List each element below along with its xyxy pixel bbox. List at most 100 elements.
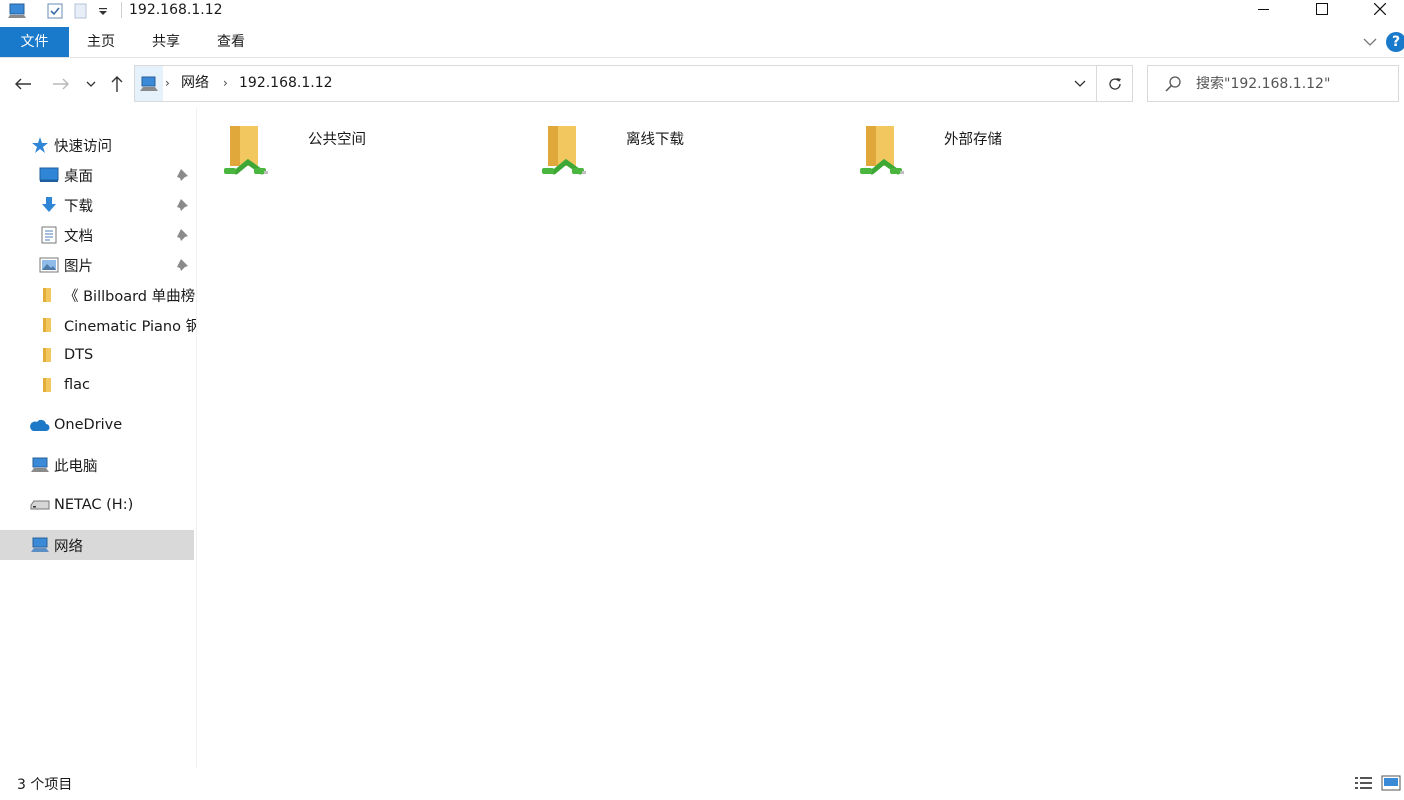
item-name: 离线下载 [626,132,684,148]
folder-icon [36,285,56,305]
folder-icon [36,345,56,365]
sidebar-item-label: 下载 [64,198,93,215]
network-share-folder-icon [224,126,268,175]
sidebar-item-label: 《 Billboard 单曲榜 [64,288,196,305]
pin-icon[interactable] [176,228,190,242]
list-item[interactable]: 公共空间 [220,120,520,184]
details-view-icon[interactable] [1354,775,1374,791]
up-button[interactable] [106,73,128,95]
arrow-left-icon [15,78,31,90]
navigation-pane: 快速访问 桌面 下载 文档 图片 《 Billboard 单曲榜 Cinemat… [0,130,196,770]
status-bar: 3 个项目 [0,770,1404,798]
minimize-icon [1258,9,1269,10]
list-item[interactable]: 离线下载 [538,120,838,184]
star-icon [30,135,50,155]
sidebar-item-network[interactable]: 网络 [0,530,194,560]
search-input[interactable] [1196,66,1392,101]
help-icon[interactable]: ? [1386,32,1404,52]
sidebar-item-folder[interactable]: DTS [0,340,196,370]
sidebar-item-onedrive[interactable]: OneDrive [0,410,196,440]
pane-divider[interactable] [196,108,197,768]
quick-access-dropdown-icon[interactable] [96,2,110,20]
sidebar-item-label: NETAC (H:) [54,497,134,513]
computer-icon [30,455,50,475]
sidebar-item-folder[interactable]: Cinematic Piano 钢 [0,310,196,340]
search-box[interactable] [1147,65,1399,102]
minimize-button[interactable] [1235,0,1293,18]
pin-icon[interactable] [176,168,190,182]
address-bar[interactable]: › 网络 › 192.168.1.12 [134,65,1133,102]
network-share-folder-icon [860,126,904,175]
recent-locations-button[interactable] [83,73,99,95]
title-bar: 192.168.1.12 [0,0,1404,24]
download-arrow-icon [39,195,59,215]
sidebar-item-downloads[interactable]: 下载 [0,190,196,220]
title-separator [121,2,122,18]
chevron-down-icon [86,81,96,87]
network-icon [30,535,50,555]
tab-view[interactable]: 查看 [206,27,256,57]
close-button[interactable] [1351,0,1404,18]
sidebar-item-label: 此电脑 [54,458,98,475]
chevron-down-icon [1363,38,1377,46]
arrow-up-icon [111,76,123,92]
sidebar-item-desktop[interactable]: 桌面 [0,160,196,190]
sidebar-item-pictures[interactable]: 图片 [0,250,196,280]
folder-icon [36,375,56,395]
breadcrumb-network[interactable]: 网络 [181,66,209,101]
large-icons-view-icon[interactable] [1381,775,1401,791]
sidebar-item-folder[interactable]: flac [0,370,196,400]
sidebar-item-quick-access[interactable]: 快速访问 [0,130,196,160]
file-list: 公共空间 离线下载 外部存储 [200,108,1400,768]
arrow-right-icon [53,78,69,90]
checkbox-icon[interactable] [46,2,64,20]
refresh-button[interactable] [1097,66,1133,101]
maximize-button[interactable] [1293,0,1351,18]
close-icon [1374,3,1386,15]
chevron-right-icon[interactable]: › [223,66,228,101]
desktop-icon [39,165,59,185]
back-button[interactable] [10,73,36,95]
tab-file[interactable]: 文件 [0,27,69,57]
chevron-down-icon [1074,80,1086,87]
sidebar-item-label: OneDrive [54,417,123,433]
window-title: 192.168.1.12 [129,2,223,18]
sidebar-item-label: 网络 [54,538,83,555]
sidebar-item-drive[interactable]: NETAC (H:) [0,490,196,520]
folder-icon [36,315,56,335]
refresh-icon [1109,77,1121,90]
chevron-right-icon[interactable]: › [165,66,170,101]
sidebar-item-this-pc[interactable]: 此电脑 [0,450,196,480]
list-item[interactable]: 外部存储 [856,120,1156,184]
item-name: 公共空间 [308,132,366,148]
sidebar-item-label: 文档 [64,228,93,245]
computer-icon [8,2,28,20]
network-icon [135,66,163,101]
sidebar-item-label: Cinematic Piano 钢 [64,318,196,335]
tab-home[interactable]: 主页 [76,27,126,57]
expand-ribbon-button[interactable] [1362,35,1378,49]
folder-icon[interactable] [72,2,90,20]
maximize-icon [1316,3,1328,15]
sidebar-item-label: DTS [64,347,94,363]
cloud-icon [28,415,50,435]
forward-button[interactable] [48,73,74,95]
address-history-button[interactable] [1064,66,1096,101]
item-count: 3 个项目 [17,777,73,793]
sidebar-item-documents[interactable]: 文档 [0,220,196,250]
sidebar-item-label: flac [64,377,90,393]
sidebar-item-label: 快速访问 [54,138,112,155]
tab-share[interactable]: 共享 [141,27,191,57]
pin-icon[interactable] [176,198,190,212]
document-icon [39,225,59,245]
drive-icon [30,495,50,515]
breadcrumb-host[interactable]: 192.168.1.12 [239,66,333,101]
sidebar-item-folder[interactable]: 《 Billboard 单曲榜 [0,280,196,310]
item-name: 外部存储 [944,132,1002,148]
pictures-icon [39,255,59,275]
sidebar-item-label: 图片 [64,258,93,275]
sidebar-item-label: 桌面 [64,168,93,185]
search-icon [1165,76,1181,92]
pin-icon[interactable] [176,258,190,272]
ribbon: 文件 主页 共享 查看 ? [0,27,1404,58]
